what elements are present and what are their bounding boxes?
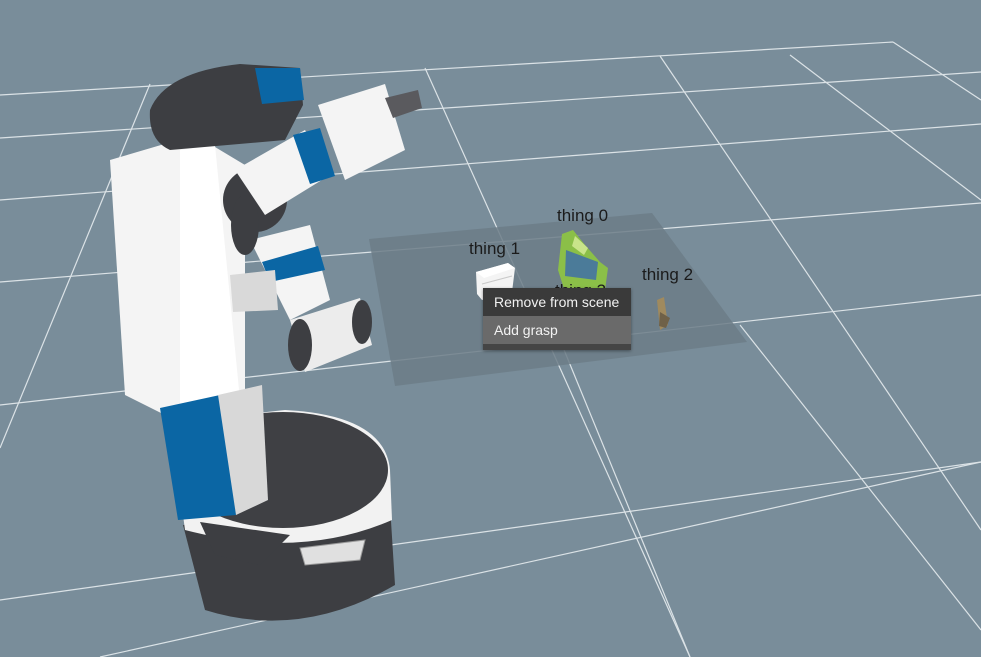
- label-thing-1: thing 1: [469, 239, 521, 258]
- menu-item-add-grasp[interactable]: Add grasp: [483, 316, 631, 344]
- robot-model[interactable]: [110, 64, 422, 621]
- context-menu: Remove from scene Add grasp: [483, 288, 631, 350]
- menu-item-remove-from-scene[interactable]: Remove from scene: [483, 288, 631, 316]
- label-thing-0: thing 0: [557, 206, 609, 225]
- label-thing-2: thing 2: [642, 265, 694, 284]
